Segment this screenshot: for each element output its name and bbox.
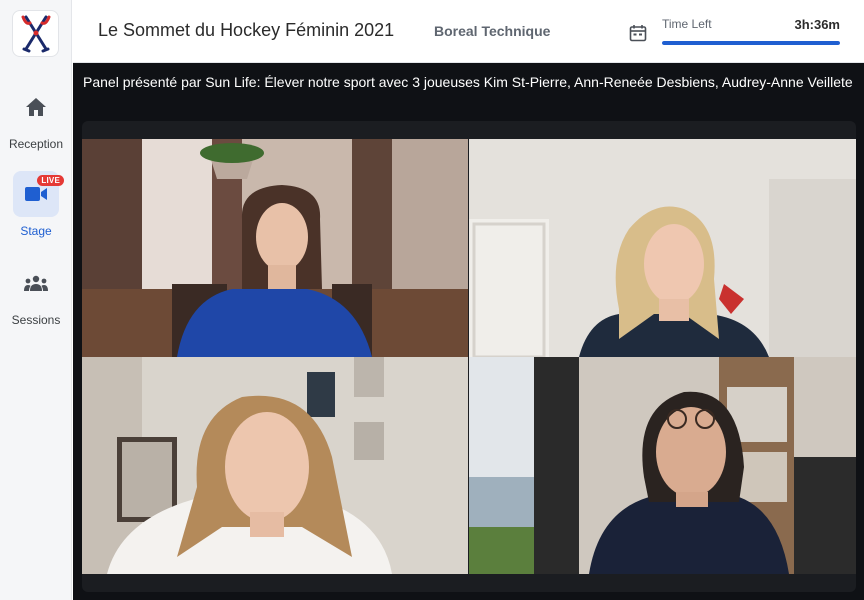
app-root: Reception LIVE Stage Sessions Le Sommet … — [0, 0, 864, 600]
sidebar-item-label: Stage — [20, 224, 52, 238]
video-camera-icon — [25, 187, 47, 201]
sidebar-item-sessions[interactable]: Sessions — [0, 260, 72, 327]
video-frame[interactable] — [82, 121, 856, 592]
stage-icon-wrap: LIVE — [13, 171, 64, 217]
sidebar-item-stage[interactable]: LIVE Stage — [0, 171, 72, 238]
event-logo[interactable] — [12, 10, 59, 57]
sidebar: Reception LIVE Stage Sessions — [0, 0, 72, 600]
video-tile-participant[interactable] — [82, 139, 468, 357]
organizer-name: Boreal Technique — [434, 23, 551, 39]
participant-video — [469, 357, 856, 574]
calendar-button[interactable] — [626, 21, 650, 45]
calendar-icon — [629, 25, 647, 42]
home-icon — [26, 98, 46, 116]
reception-icon-wrap — [13, 84, 59, 130]
sidebar-item-label: Sessions — [11, 313, 61, 327]
video-tile-participant[interactable] — [469, 139, 856, 357]
video-tile-participant[interactable] — [469, 357, 856, 574]
time-left-value: 3h:36m — [794, 17, 840, 32]
time-left-label: Time Left — [662, 17, 712, 31]
time-left-progress-track — [662, 41, 840, 45]
participant-video — [469, 139, 856, 357]
participant-video — [82, 139, 468, 357]
top-header: Le Sommet du Hockey Féminin 2021 Boreal … — [73, 0, 864, 63]
time-left-progress-fill — [662, 41, 840, 45]
stage-area: Panel présenté par Sun Life: Élever notr… — [73, 63, 864, 600]
sidebar-item-reception[interactable]: Reception — [0, 84, 72, 151]
participant-video — [82, 357, 468, 574]
hockey-sticks-logo-icon — [21, 15, 50, 52]
live-badge: LIVE — [37, 175, 64, 186]
people-group-icon — [24, 275, 48, 291]
video-tile-participant[interactable] — [82, 357, 468, 574]
sessions-icon-wrap — [13, 260, 59, 306]
event-title: Le Sommet du Hockey Féminin 2021 — [98, 20, 395, 40]
sidebar-item-label: Reception — [8, 137, 64, 151]
session-title: Panel présenté par Sun Life: Élever notr… — [83, 74, 853, 90]
